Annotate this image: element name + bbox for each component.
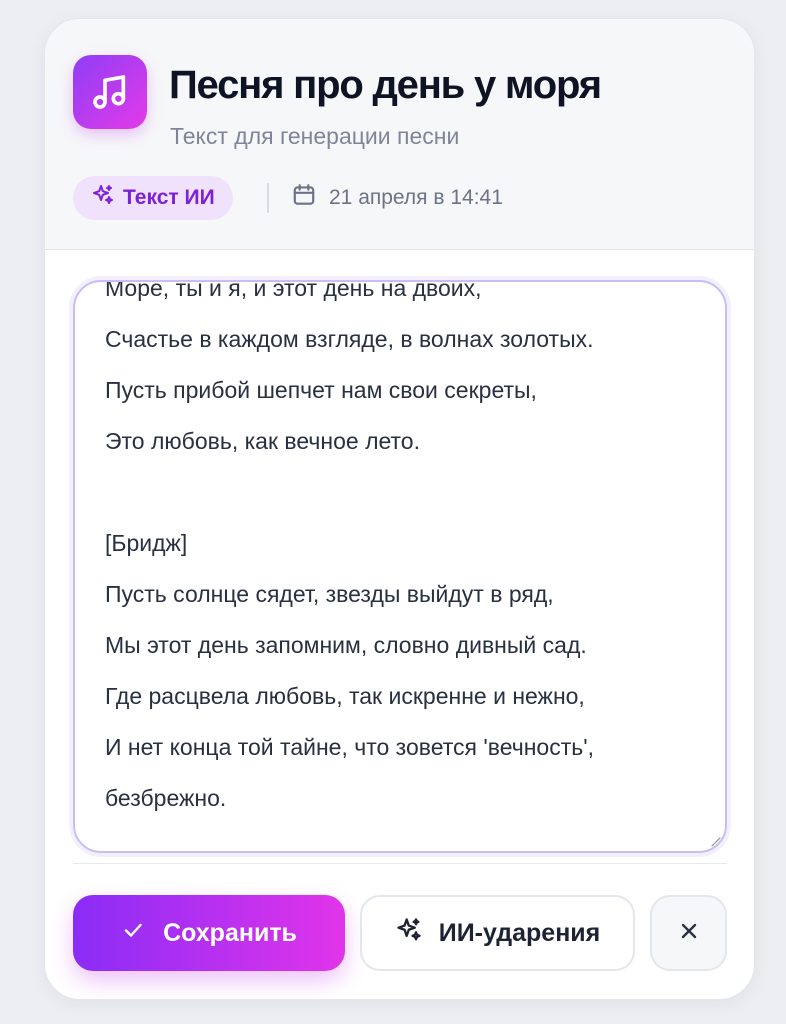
lyrics-line: Мы этот день запомним, словно дивный сад… (105, 632, 587, 658)
lyrics-line: Счастье в каждом взгляде, в волнах золот… (105, 326, 594, 352)
save-button[interactable]: Сохранить (73, 895, 345, 971)
lyrics-line: И нет конца той тайне, что зовется 'вечн… (105, 734, 595, 760)
calendar-icon (291, 182, 317, 214)
lyrics-line: Пусть солнце сядет, звезды выйдут в ряд, (105, 581, 554, 607)
card-header: Песня про день у моря Текст для генераци… (45, 19, 754, 250)
lyrics-line: Пусть прибой шепчет нам свои секреты, (105, 377, 537, 403)
ai-text-badge: Текст ИИ (73, 176, 233, 220)
song-lyrics-card: Песня про день у моря Текст для генераци… (44, 18, 755, 1000)
lyrics-line: Море, ты и я, и этот день на двоих, (105, 280, 482, 301)
date-label: 21 апреля в 14:41 (329, 186, 503, 209)
ai-stress-button[interactable]: ИИ-ударения (360, 895, 635, 971)
lyrics-text[interactable]: Море, ты и я, и этот день на двоих, Счаст… (105, 280, 705, 824)
lyrics-line: [Бридж] (105, 530, 188, 556)
created-date: 21 апреля в 14:41 (291, 183, 503, 213)
header-divider (267, 183, 269, 213)
lyrics-line: Где расцвела любовь, так искренне и нежн… (105, 683, 585, 709)
lyrics-textarea[interactable]: Море, ты и я, и этот день на двоих, Счаст… (73, 280, 727, 853)
checkmark-icon (121, 918, 145, 949)
resize-handle-icon[interactable] (709, 835, 721, 847)
badge-label: Текст ИИ (123, 186, 215, 209)
page-title: Песня про день у моря (169, 63, 602, 107)
sparkles-icon (395, 916, 423, 951)
sparkles-icon (91, 183, 115, 213)
save-button-label: Сохранить (163, 918, 297, 947)
footer-divider (73, 863, 727, 864)
close-button[interactable] (650, 895, 727, 971)
close-icon (677, 919, 701, 948)
lyrics-line: Это любовь, как вечное лето. (105, 428, 420, 454)
lyrics-line (105, 467, 705, 518)
lyrics-line: безбрежно. (105, 785, 227, 811)
music-note-icon (73, 55, 147, 129)
page-subtitle: Текст для генерации песни (170, 123, 460, 149)
ai-stress-button-label: ИИ-ударения (438, 918, 601, 947)
